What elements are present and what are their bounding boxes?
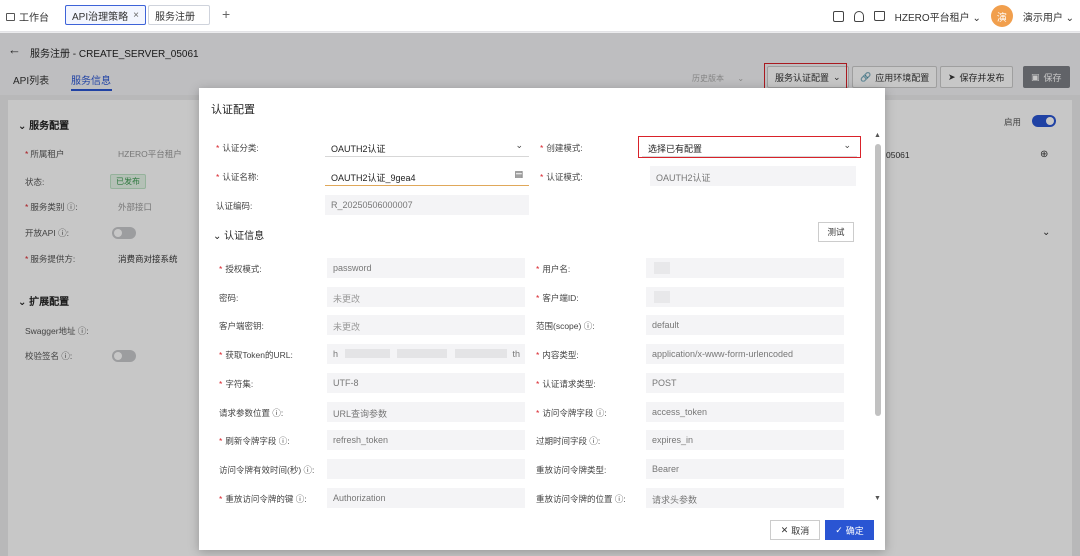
auth-mode-label: * 认证模式:	[540, 172, 583, 182]
grant-type-field: password	[327, 258, 525, 278]
replay-type-label: 重放访问令牌类型:	[536, 465, 607, 475]
charset-label: * 字符集:	[219, 379, 254, 389]
scope-field: default	[646, 315, 844, 335]
theme-icon[interactable]	[873, 11, 885, 21]
token-url-label: * 获取Token的URL:	[219, 350, 293, 360]
token-url-suffix: th	[512, 349, 520, 359]
param-position-label: 请求参数位置 ⓘ:	[219, 408, 284, 418]
param-position-field: URL查询参数	[327, 402, 525, 422]
top-navigation-bar: 工作台 API治理策略 × 服务注册 + HZERO平台租户 ⌄ 演 演示用户 …	[0, 0, 1080, 32]
auth-config-modal: 认证配置 * 认证分类: OAUTH2认证 ⌄ * 创建模式: 选择已有配置 ⌄ * 认证…	[199, 88, 885, 550]
user-name: 演示用户	[1022, 12, 1063, 24]
refresh-token-field: refresh_token	[327, 430, 525, 450]
create-mode-label: * 创建模式:	[540, 143, 583, 153]
auth-mode-field: OAUTH2认证	[650, 166, 856, 186]
category-label: * 认证分类:	[216, 143, 259, 153]
masked-value	[397, 349, 447, 358]
scroll-up-arrow[interactable]: ▲	[874, 132, 881, 139]
tab-service-register[interactable]: 服务注册	[148, 5, 210, 25]
charset-field: UTF-8	[327, 373, 525, 393]
close-icon: ✕	[780, 524, 789, 535]
tenant-label: HZERO平台租户	[894, 12, 970, 24]
grant-type-label: * 授权模式:	[219, 264, 262, 274]
username-field	[646, 258, 844, 278]
check-icon: ✓	[835, 524, 843, 535]
confirm-button[interactable]: ✓ 确定	[825, 520, 874, 540]
chevron-down-icon: ⌄	[972, 12, 981, 24]
section-auth-info-label: 认证信息	[224, 231, 265, 242]
access-token-field: access_token	[646, 402, 844, 422]
token-url-field: h th	[327, 344, 525, 364]
tab-api-governance-label: API治理策略	[72, 11, 129, 23]
client-secret-label: 客户端密钥:	[219, 321, 264, 331]
content-type-field: application/x-www-form-urlencoded	[646, 344, 844, 364]
masked-value	[654, 291, 670, 303]
cancel-button[interactable]: ✕ 取消	[770, 520, 820, 540]
expires-field: expires_in	[646, 430, 844, 450]
masked-value	[654, 262, 670, 274]
masked-value	[345, 349, 390, 358]
token-ttl-field	[327, 459, 525, 479]
book-icon: ▤	[514, 169, 523, 179]
access-token-label: * 访问令牌字段 ⓘ:	[536, 408, 607, 418]
tab-workbench[interactable]: 工作台	[6, 9, 49, 24]
refresh-token-label: * 刷新令牌字段 ⓘ:	[219, 436, 290, 446]
auth-name-input[interactable]: OAUTH2认证_9gea4 ▤	[325, 166, 529, 186]
tab-api-governance[interactable]: API治理策略 ×	[65, 5, 146, 25]
modal-title: 认证配置	[211, 104, 255, 116]
home-icon[interactable]	[832, 10, 844, 22]
token-url-prefix: h	[333, 349, 339, 359]
replay-key-field: Authorization	[327, 488, 525, 508]
bell-icon[interactable]	[853, 10, 864, 22]
confirm-label: 确定	[845, 525, 864, 536]
tab-service-register-label: 服务注册	[155, 11, 195, 23]
expires-label: 过期时间字段 ⓘ:	[536, 436, 601, 446]
content-type-label: * 内容类型:	[536, 350, 579, 360]
monitor-icon	[6, 12, 15, 21]
user-menu[interactable]: 演示用户 ⌄	[1023, 9, 1074, 24]
avatar[interactable]: 演	[990, 5, 1013, 27]
request-type-field: POST	[646, 373, 844, 393]
chevron-down-icon: ⌄	[1065, 12, 1074, 24]
section-title-auth-info: ⌄ 认证信息	[213, 231, 265, 242]
scroll-down-arrow[interactable]: ▼	[874, 495, 881, 502]
scrollbar-thumb[interactable]	[875, 144, 881, 416]
username-label: * 用户名:	[536, 264, 571, 274]
auth-code-field: R_20250506000007	[325, 195, 529, 215]
highlight-box	[638, 136, 861, 158]
category-value: OAUTH2认证	[331, 144, 386, 154]
scope-label: 范围(scope) ⓘ:	[536, 321, 595, 331]
category-select[interactable]: OAUTH2认证 ⌄	[325, 137, 529, 157]
client-id-label: * 客户端ID:	[536, 293, 579, 303]
request-type-label: * 认证请求类型:	[536, 379, 596, 389]
tab-workbench-label: 工作台	[19, 13, 49, 24]
add-tab-button[interactable]: +	[222, 6, 230, 22]
password-field: 未更改	[327, 287, 525, 307]
auth-code-label: 认证编码:	[216, 201, 253, 211]
replay-type-field: Bearer	[646, 459, 844, 479]
client-id-field	[646, 287, 844, 307]
close-icon[interactable]: ×	[133, 10, 139, 21]
client-secret-field: 未更改	[327, 315, 525, 335]
replay-key-label: * 重放访问令牌的键 ⓘ:	[219, 494, 307, 504]
auth-name-label: * 认证名称:	[216, 172, 259, 182]
cancel-label: 取消	[791, 525, 810, 536]
replay-position-label: 重放访问令牌的位置 ⓘ:	[536, 494, 626, 504]
test-button[interactable]: 测试	[818, 222, 854, 242]
tenant-switcher[interactable]: HZERO平台租户 ⌄	[895, 9, 981, 24]
replay-position-field: 请求头参数	[646, 488, 844, 508]
masked-value	[455, 349, 507, 358]
chevron-down-icon: ⌄	[515, 140, 523, 150]
token-ttl-label: 访问令牌有效时间(秒) ⓘ:	[219, 465, 315, 475]
auth-name-value: OAUTH2认证_9gea4	[331, 173, 416, 183]
password-label: 密码:	[219, 293, 239, 303]
